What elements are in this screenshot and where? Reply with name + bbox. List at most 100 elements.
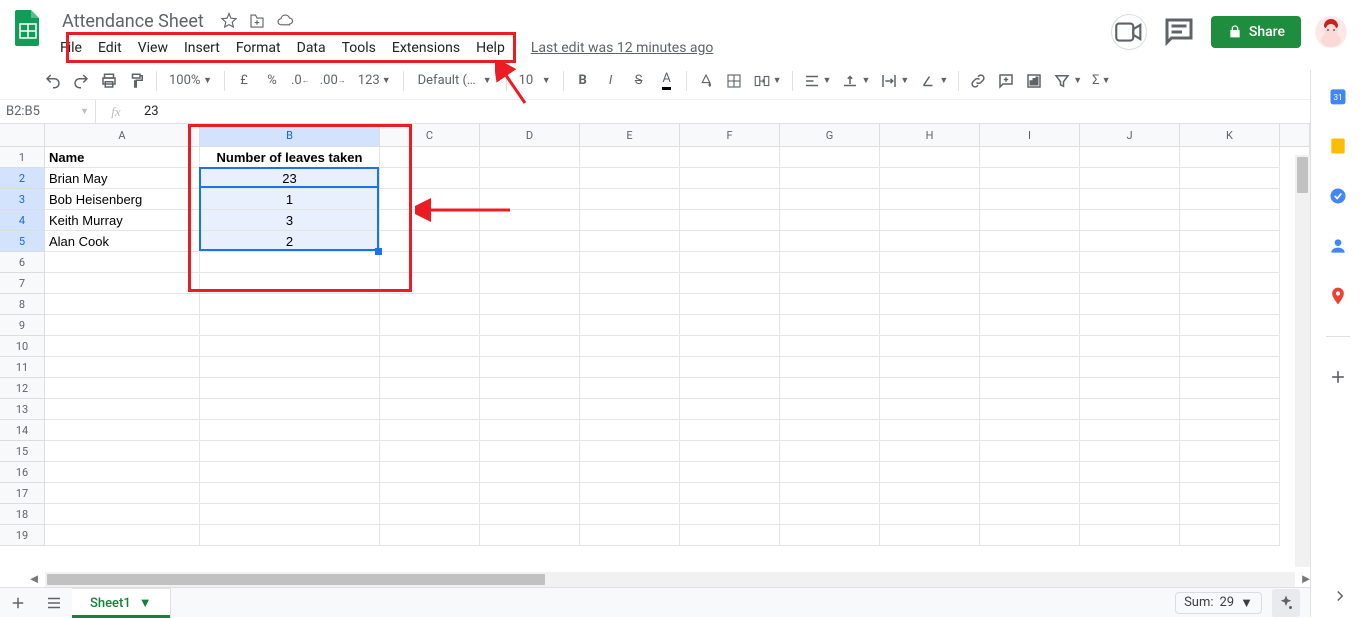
cell-D13[interactable]	[480, 399, 580, 420]
cell-J9[interactable]	[1080, 315, 1180, 336]
cell-G10[interactable]	[780, 336, 880, 357]
cell-K15[interactable]	[1180, 441, 1280, 462]
cell-I1[interactable]	[980, 147, 1080, 168]
cell-F17[interactable]	[680, 483, 780, 504]
cell-J17[interactable]	[1080, 483, 1180, 504]
cell-D14[interactable]	[480, 420, 580, 441]
font-size-select[interactable]: 10▼	[513, 68, 557, 94]
cell-E3[interactable]	[580, 189, 680, 210]
cell-D17[interactable]	[480, 483, 580, 504]
cell-B12[interactable]	[200, 378, 380, 399]
cell-F4[interactable]	[680, 210, 780, 231]
cell-K13[interactable]	[1180, 399, 1280, 420]
cell-E9[interactable]	[580, 315, 680, 336]
cell-K9[interactable]	[1180, 315, 1280, 336]
filter-icon[interactable]: ▼	[1049, 68, 1086, 94]
cell-A10[interactable]	[45, 336, 200, 357]
cell-J2[interactable]	[1080, 168, 1180, 189]
col-header-C[interactable]: C	[380, 124, 480, 146]
cell-J18[interactable]	[1080, 504, 1180, 525]
row-header-6[interactable]: 6	[0, 252, 45, 273]
cell-H19[interactable]	[880, 525, 980, 546]
cell-A17[interactable]	[45, 483, 200, 504]
cell-H18[interactable]	[880, 504, 980, 525]
cell-F7[interactable]	[680, 273, 780, 294]
quicksum-chip[interactable]: Sum: 29 ▼	[1175, 592, 1262, 614]
row-header-16[interactable]: 16	[0, 462, 45, 483]
menu-extensions[interactable]: Extensions	[384, 36, 468, 60]
zoom-select[interactable]: 100%▼	[163, 68, 218, 94]
cell-H1[interactable]	[880, 147, 980, 168]
menu-view[interactable]: View	[130, 36, 176, 60]
cell-F6[interactable]	[680, 252, 780, 273]
cell-H11[interactable]	[880, 357, 980, 378]
cell-A3[interactable]: Bob Heisenberg	[45, 189, 200, 210]
row-header-8[interactable]: 8	[0, 294, 45, 315]
cell-G12[interactable]	[780, 378, 880, 399]
cell-E4[interactable]	[580, 210, 680, 231]
cell-G15[interactable]	[780, 441, 880, 462]
last-edit-link[interactable]: Last edit was 12 minutes ago	[531, 40, 714, 56]
cell-B16[interactable]	[200, 462, 380, 483]
cell-D19[interactable]	[480, 525, 580, 546]
cell-J3[interactable]	[1080, 189, 1180, 210]
cell-H3[interactable]	[880, 189, 980, 210]
more-formats-button[interactable]: 123▼	[352, 68, 397, 94]
horizontal-scrollbar[interactable]: ◄ ►	[45, 572, 1295, 587]
tab-sheet1[interactable]: Sheet1 ▼	[72, 588, 171, 618]
cell-F15[interactable]	[680, 441, 780, 462]
cell-A15[interactable]	[45, 441, 200, 462]
cell-B17[interactable]	[200, 483, 380, 504]
col-header-F[interactable]: F	[680, 124, 780, 146]
cell-E5[interactable]	[580, 231, 680, 252]
row-header-7[interactable]: 7	[0, 273, 45, 294]
row-header-5[interactable]: 5	[0, 231, 45, 252]
account-avatar[interactable]	[1315, 16, 1347, 48]
h-align-icon[interactable]: ▼	[799, 68, 836, 94]
borders-icon[interactable]	[721, 68, 747, 94]
cell-I13[interactable]	[980, 399, 1080, 420]
cell-A18[interactable]	[45, 504, 200, 525]
link-icon[interactable]	[965, 68, 991, 94]
currency-button[interactable]: £	[231, 68, 257, 94]
col-header-D[interactable]: D	[480, 124, 580, 146]
fill-handle[interactable]	[375, 248, 382, 255]
cell-D1[interactable]	[480, 147, 580, 168]
cell-H6[interactable]	[880, 252, 980, 273]
cell-A2[interactable]: Brian May	[45, 168, 200, 189]
cell-K12[interactable]	[1180, 378, 1280, 399]
cell-G3[interactable]	[780, 189, 880, 210]
select-all-corner[interactable]	[0, 124, 45, 146]
cell-J12[interactable]	[1080, 378, 1180, 399]
cell-F10[interactable]	[680, 336, 780, 357]
cell-B8[interactable]	[200, 294, 380, 315]
cell-C11[interactable]	[380, 357, 480, 378]
cell-F11[interactable]	[680, 357, 780, 378]
cell-E16[interactable]	[580, 462, 680, 483]
fill-color-icon[interactable]	[693, 68, 719, 94]
cell-B13[interactable]	[200, 399, 380, 420]
cell-I11[interactable]	[980, 357, 1080, 378]
cell-A4[interactable]: Keith Murray	[45, 210, 200, 231]
cell-B14[interactable]	[200, 420, 380, 441]
cell-C12[interactable]	[380, 378, 480, 399]
rotate-icon[interactable]: ▼	[915, 68, 952, 94]
cell-K17[interactable]	[1180, 483, 1280, 504]
cell-C1[interactable]	[380, 147, 480, 168]
cell-F19[interactable]	[680, 525, 780, 546]
row-header-18[interactable]: 18	[0, 504, 45, 525]
star-icon[interactable]	[220, 12, 238, 30]
cell-B6[interactable]	[200, 252, 380, 273]
cell-B4[interactable]: 3	[200, 210, 380, 231]
decrease-decimal-icon[interactable]: .0←	[287, 68, 314, 94]
cell-E7[interactable]	[580, 273, 680, 294]
cell-J19[interactable]	[1080, 525, 1180, 546]
cell-C17[interactable]	[380, 483, 480, 504]
move-icon[interactable]	[248, 12, 266, 30]
cell-H4[interactable]	[880, 210, 980, 231]
cell-D5[interactable]	[480, 231, 580, 252]
name-box[interactable]: B2:B5▼	[0, 100, 96, 123]
print-icon[interactable]	[96, 68, 122, 94]
cell-I8[interactable]	[980, 294, 1080, 315]
cell-G8[interactable]	[780, 294, 880, 315]
